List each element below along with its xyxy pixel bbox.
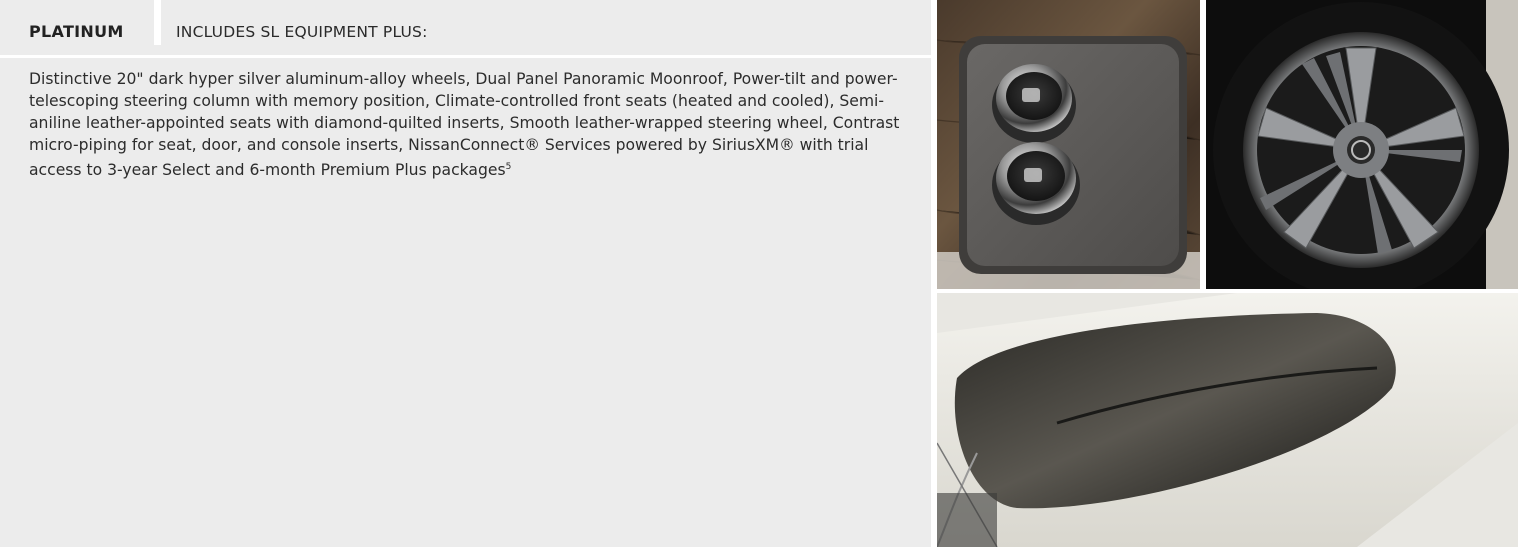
climate-seat-controls-photo xyxy=(937,0,1200,289)
panoramic-moonroof-photo xyxy=(937,293,1518,547)
header-divider xyxy=(154,0,161,45)
footnote-marker: 5 xyxy=(505,162,512,172)
feature-panel: PLATINUM INCLUDES SL EQUIPMENT PLUS: Dis… xyxy=(0,0,931,547)
header-rule xyxy=(0,55,931,58)
trim-name: PLATINUM xyxy=(29,22,124,41)
trim-header: PLATINUM INCLUDES SL EQUIPMENT PLUS: xyxy=(0,0,931,55)
feature-description: Distinctive 20" dark hyper silver alumin… xyxy=(29,68,919,181)
feature-description-text: Distinctive 20" dark hyper silver alumin… xyxy=(29,70,900,180)
trim-includes-label: INCLUDES SL EQUIPMENT PLUS: xyxy=(176,23,428,41)
alloy-wheel-photo xyxy=(1206,0,1518,289)
